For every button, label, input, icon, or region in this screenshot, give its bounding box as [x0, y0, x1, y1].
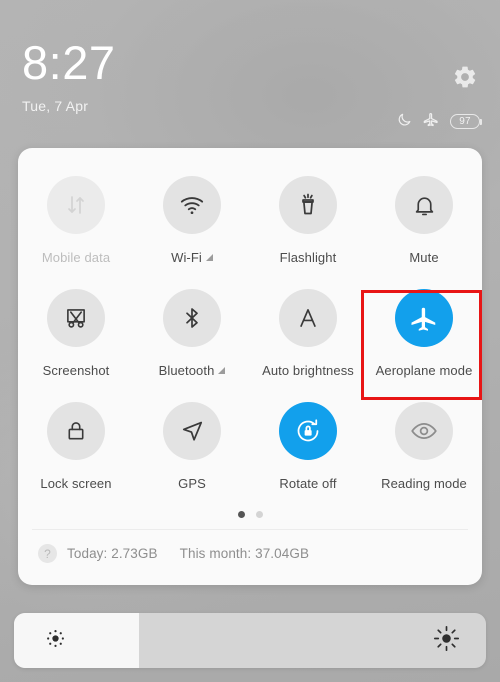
tile-label: Auto brightness	[262, 363, 354, 378]
tile-wifi[interactable]: Wi-Fi	[134, 170, 250, 275]
tile-label: Aeroplane mode	[375, 363, 473, 378]
tile-label: Lock screen	[40, 476, 112, 491]
tile-rotate-off[interactable]: Rotate off	[250, 396, 366, 501]
tile-icon-wrap	[279, 289, 337, 347]
lock-icon	[68, 422, 84, 440]
data-usage-row: ? Today: 2.73GB This month: 37.04GB	[18, 530, 482, 579]
page-dot-1[interactable]	[237, 510, 245, 518]
quick-settings-panel: Mobile data Wi-Fi Flashlight Mute Screen…	[18, 148, 482, 585]
aeroplane-mode-status-icon	[423, 111, 439, 132]
battery-level-text: 97	[459, 115, 471, 127]
brightness-slider[interactable]	[14, 613, 486, 668]
sun-small-icon	[47, 629, 64, 647]
auto-brightness-icon	[300, 309, 316, 327]
help-question-icon[interactable]: ?	[38, 544, 57, 563]
tile-label-row: Lock screen	[40, 476, 111, 491]
eye-icon	[411, 423, 437, 439]
tile-label: Mobile data	[41, 250, 111, 265]
tile-aeroplane-mode[interactable]: Aeroplane mode	[366, 283, 482, 388]
page-dot-2[interactable]	[255, 510, 263, 518]
tile-flashlight[interactable]: Flashlight	[250, 170, 366, 275]
page-indicator-dots	[18, 503, 482, 525]
location-arrow-icon	[182, 421, 203, 441]
tile-label-row: Wi-Fi	[171, 250, 213, 265]
tile-icon-wrap	[47, 402, 105, 460]
screenshot-icon	[67, 309, 85, 328]
tile-icon-wrap	[47, 289, 105, 347]
tile-label-row: Rotate off	[279, 476, 336, 491]
tile-bluetooth[interactable]: Bluetooth	[134, 283, 250, 388]
tile-label: Mute	[409, 250, 439, 265]
tile-icon-wrap	[163, 402, 221, 460]
tile-label-row: GPS	[178, 476, 206, 491]
tile-icon-wrap	[279, 176, 337, 234]
clock-date: Tue, 7 Apr	[22, 98, 89, 114]
brightness-low-icon	[45, 628, 66, 654]
sun-large-icon	[433, 625, 460, 651]
bell-icon	[415, 196, 433, 215]
rotation-lock-icon	[297, 419, 319, 442]
brightness-high-icon	[433, 625, 460, 657]
quick-settings-tile-grid: Mobile data Wi-Fi Flashlight Mute Screen…	[18, 170, 482, 501]
tile-label: Screenshot	[42, 363, 110, 378]
tile-label-row: Mute	[409, 250, 438, 265]
tile-auto-brightness[interactable]: Auto brightness	[250, 283, 366, 388]
tile-label: Reading mode	[381, 476, 467, 491]
mobile-data-icon	[68, 196, 84, 214]
tile-icon-wrap	[395, 289, 453, 347]
battery-icon: 97	[450, 114, 482, 129]
tile-icon-wrap	[163, 289, 221, 347]
brightness-slider-fill	[14, 613, 140, 668]
airplane-icon	[411, 307, 436, 331]
tile-icon-wrap	[395, 176, 453, 234]
tile-icon-wrap	[163, 176, 221, 234]
tile-label: GPS	[178, 476, 206, 491]
tile-mobile-data[interactable]: Mobile data	[18, 170, 134, 275]
tile-icon-wrap	[279, 402, 337, 460]
tile-label-row: Flashlight	[280, 250, 337, 265]
tile-gps[interactable]: GPS	[134, 396, 250, 501]
tile-label-row: Bluetooth	[159, 363, 226, 378]
tile-screenshot[interactable]: Screenshot	[18, 283, 134, 388]
tile-label-row: Reading mode	[381, 476, 467, 491]
tile-label-row: Auto brightness	[262, 363, 354, 378]
clock-time: 8:27	[22, 36, 116, 89]
tile-lock-screen[interactable]: Lock screen	[18, 396, 134, 501]
clock-block: 8:27 Tue, 7 Apr	[22, 38, 115, 114]
tile-label-row: Aeroplane mode	[376, 363, 473, 378]
tile-label: Flashlight	[279, 250, 337, 265]
tile-icon-wrap	[47, 176, 105, 234]
tile-label-row: Screenshot	[43, 363, 110, 378]
data-usage-month: This month: 37.04GB	[179, 546, 310, 561]
flashlight-icon	[302, 193, 314, 215]
tile-label: Rotate off	[279, 476, 337, 491]
tile-icon-wrap	[395, 402, 453, 460]
chevron-expand-icon[interactable]	[218, 366, 226, 374]
status-header: 8:27 Tue, 7 Apr 97	[0, 0, 500, 148]
do-not-disturb-moon-icon	[397, 112, 412, 132]
tile-label: Wi-Fi	[171, 250, 202, 265]
data-usage-today: Today: 2.73GB	[67, 546, 158, 561]
tile-label-row: Mobile data	[42, 250, 110, 265]
tile-reading-mode[interactable]: Reading mode	[366, 396, 482, 501]
tile-mute[interactable]: Mute	[366, 170, 482, 275]
chevron-expand-icon[interactable]	[205, 253, 213, 261]
bluetooth-icon	[186, 308, 198, 328]
tile-label: Bluetooth	[158, 363, 215, 378]
gear-icon[interactable]	[452, 64, 478, 90]
status-icons-group: 97	[397, 111, 482, 132]
wifi-icon	[180, 197, 204, 215]
